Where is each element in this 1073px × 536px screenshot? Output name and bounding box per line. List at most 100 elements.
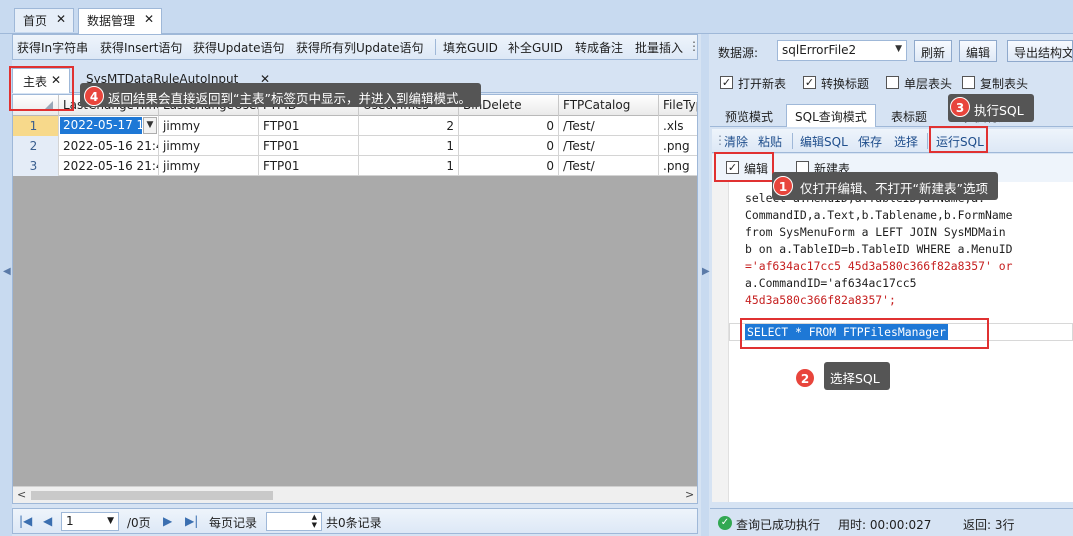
fill-guid-button[interactable]: 填充GUID [443,39,498,56]
complete-guid-button[interactable]: 补全GUID [508,39,563,56]
success-check-icon: ✓ [718,516,732,530]
export-structure-button[interactable]: 导出结构文 [1007,40,1073,62]
document-tab-bar: 首页 ✕ 数据管理 ✕ [0,0,1073,34]
copy-header-label: 复制表头 [980,77,1029,91]
next-page-icon[interactable]: ▶ [163,514,172,528]
cell-last-change-time[interactable]: 2022-05-16 21:4 [59,156,159,176]
chevron-down-icon[interactable]: ▼ [107,516,114,526]
page-number-value: 1 [66,514,74,528]
spinner-icon[interactable]: ▲ ▼ [312,513,317,529]
scroll-left-icon[interactable]: < [17,488,26,501]
close-icon[interactable]: ✕ [56,12,66,26]
cell-last-change-time[interactable]: 2022-05-17 1 ▼ [59,116,159,136]
status-bar: ✓ 查询已成功执行 用时: 00:00:027 返回: 3行 [710,508,1073,536]
get-insert-button[interactable]: 获得Insert语句 [100,39,182,56]
cell-file-type[interactable]: .png [659,156,697,176]
tab-data-management[interactable]: 数据管理 ✕ [78,8,162,34]
cell-editor[interactable]: 2022-05-17 1 [60,117,144,134]
tab-table-title[interactable]: 表标题 [882,104,936,127]
annotation-badge-4: 4 [84,86,104,106]
get-all-update-button[interactable]: 获得所有列Update语句 [296,39,423,56]
cell-file-type[interactable]: .png [659,136,697,156]
convert-title-checkbox[interactable]: ✓ [803,76,816,89]
sql-code[interactable]: select a.MenuID,a.TableID,a.Name,a.Comma… [745,190,1073,309]
cell-last-change-time[interactable]: 2022-05-16 21:4 [59,136,159,156]
panel-splitter[interactable]: ▶ [701,34,710,536]
row-number[interactable]: 1 [13,116,59,136]
data-grid[interactable]: LastChangeTime LastChangeUser FTPID Used… [12,94,698,504]
datasource-select[interactable]: sqlErrorFile2 ▼ [777,40,907,61]
cell-user[interactable]: jimmy [159,136,259,156]
pager-bar: |◀ ◀ 1 ▼ /0页 ▶ ▶| 每页记录 ▲ ▼ 共0条记录 [12,508,698,534]
cell-used-times[interactable]: 1 [359,136,459,156]
tab-sql-query-mode[interactable]: SQL查询模式 [786,104,876,127]
highlight-run-sql [929,126,988,153]
prev-page-icon[interactable]: ◀ [43,514,52,528]
annotation-tip-2: 选择SQL [824,362,890,390]
cell-ftp-catalog[interactable]: /Test/ [559,136,659,156]
main-toolbar: 获得In字符串 获得Insert语句 获得Update语句 获得所有列Updat… [12,34,700,60]
datasource-value: sqlErrorFile2 [782,43,857,57]
refresh-button[interactable]: 刷新 [914,40,953,62]
cell-ftp-catalog[interactable]: /Test/ [559,156,659,176]
page-number-input[interactable]: 1 ▼ [61,512,119,531]
get-update-button[interactable]: 获得Update语句 [193,39,284,56]
code-line: b on a.TableID=b.TableID WHERE a.MenuID [745,242,1013,256]
tab-data-management-label: 数据管理 [87,14,136,28]
per-page-input[interactable]: ▲ ▼ [266,512,322,531]
tab-home[interactable]: 首页 ✕ [14,8,74,32]
column-header[interactable]: FTPCatalog [559,95,659,116]
tab-preview-mode[interactable]: 预览模式 [716,104,782,127]
cell-ftp-catalog[interactable]: /Test/ [559,116,659,136]
cell-file-type[interactable]: .xls [659,116,697,136]
copy-header-checkbox[interactable] [962,76,975,89]
cell-bln-delete[interactable]: 0 [459,156,559,176]
row-number[interactable]: 3 [13,156,59,176]
table-row[interactable]: 2 2022-05-16 21:4 jimmy FTP01 1 0 /Test/… [13,136,697,156]
last-page-icon[interactable]: ▶| [185,514,198,528]
collapse-arrow-icon[interactable]: ▶ [702,266,710,277]
scroll-right-icon[interactable]: > [685,488,694,501]
save-button[interactable]: 保存 [858,133,882,150]
single-header-checkbox[interactable] [886,76,899,89]
cell-used-times[interactable]: 2 [359,116,459,136]
convert-remark-button[interactable]: 转成备注 [575,39,623,56]
annotation-tip-4: 返回结果会直接返回到“主表”标签页中显示，并进入到编辑模式。 [80,83,481,107]
toolbar-overflow-icon[interactable]: ⋮ [688,39,700,53]
status-message: 查询已成功执行 [736,518,821,532]
batch-insert-button[interactable]: 批量插入 [635,39,683,56]
scrollbar-thumb[interactable] [31,491,273,500]
cell-user[interactable]: jimmy [159,116,259,136]
cell-bln-delete[interactable]: 0 [459,136,559,156]
returned-rows: 返回: 3行 [963,518,1015,532]
column-header[interactable]: FileTyp [659,95,697,116]
total-records-label: 共0条记录 [326,516,382,530]
close-icon[interactable]: ✕ [144,12,154,26]
first-page-icon[interactable]: |◀ [19,514,32,528]
get-in-string-button[interactable]: 获得In字符串 [17,39,88,56]
row-number[interactable]: 2 [13,136,59,156]
chevron-down-icon[interactable]: ▼ [895,44,902,54]
cell-used-times[interactable]: 1 [359,156,459,176]
code-line: a.CommandID='af634ac17cc5 [745,276,917,290]
chevron-down-icon[interactable]: ▼ [143,117,157,134]
cell-ftpid[interactable]: FTP01 [259,136,359,156]
cell-ftpid[interactable]: FTP01 [259,116,359,136]
cell-bln-delete[interactable]: 0 [459,116,559,136]
edit-sql-button[interactable]: 编辑SQL [800,133,848,150]
clear-button[interactable]: 清除 [724,133,748,150]
horizontal-scrollbar[interactable]: < > [13,486,697,503]
edit-button[interactable]: 编辑 [959,40,998,62]
datasource-label: 数据源: [718,46,759,60]
paste-button[interactable]: 粘贴 [758,133,782,150]
editor-gutter [712,182,729,502]
elapsed-time: 用时: 00:00:027 [838,518,932,532]
table-row[interactable]: 3 2022-05-16 21:4 jimmy FTP01 1 0 /Test/… [13,156,697,176]
open-new-table-checkbox[interactable]: ✓ [720,76,733,89]
open-new-table-label: 打开新表 [738,77,787,91]
cell-user[interactable]: jimmy [159,156,259,176]
select-button[interactable]: 选择 [894,133,918,150]
collapse-arrow-icon[interactable]: ◀ [3,266,11,277]
cell-ftpid[interactable]: FTP01 [259,156,359,176]
table-row[interactable]: 1 2022-05-17 1 ▼ jimmy FTP01 2 0 /Test/ … [13,116,697,136]
